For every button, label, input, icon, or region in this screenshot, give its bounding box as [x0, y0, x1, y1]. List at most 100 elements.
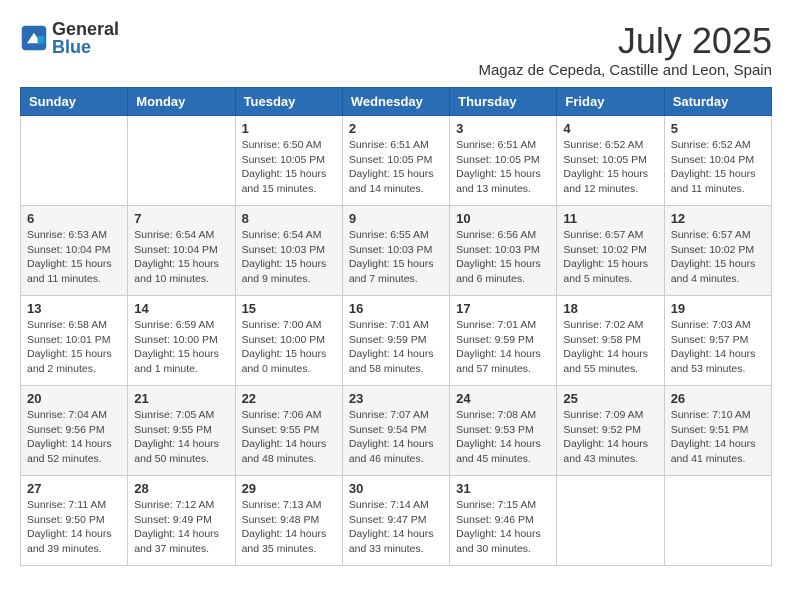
day-info: Sunrise: 6:58 AM Sunset: 10:01 PM Daylig… — [27, 318, 121, 377]
day-number: 9 — [349, 211, 443, 226]
day-header-sunday: Sunday — [21, 88, 128, 116]
calendar-cell: 7 Sunrise: 6:54 AM Sunset: 10:04 PM Dayli… — [128, 206, 235, 296]
calendar-cell: 26Sunrise: 7:10 AM Sunset: 9:51 PM Dayli… — [664, 386, 771, 476]
day-number: 27 — [27, 481, 121, 496]
calendar-cell: 4 Sunrise: 6:52 AM Sunset: 10:05 PM Dayli… — [557, 116, 664, 206]
day-number: 30 — [349, 481, 443, 496]
calendar-cell: 18Sunrise: 7:02 AM Sunset: 9:58 PM Dayli… — [557, 296, 664, 386]
calendar-cell: 22Sunrise: 7:06 AM Sunset: 9:55 PM Dayli… — [235, 386, 342, 476]
day-number: 7 — [134, 211, 228, 226]
calendar-cell: 27 Sunrise: 7:11 AM Sunset: 9:50 PM Dayli… — [21, 476, 128, 566]
calendar-cell: 16 Sunrise: 7:01 AM Sunset: 9:59 PM Dayli… — [342, 296, 449, 386]
day-info: Sunrise: 6:54 AM Sunset: 10:03 PM Daylig… — [242, 228, 336, 287]
calendar-week-2: 6 Sunrise: 6:53 AM Sunset: 10:04 PM Dayli… — [21, 206, 772, 296]
calendar-cell: 3Sunrise: 6:51 AM Sunset: 10:05 PM Dayli… — [450, 116, 557, 206]
day-info: Sunrise: 7:00 AM Sunset: 10:00 PM Daylig… — [242, 318, 336, 377]
calendar-cell — [557, 476, 664, 566]
day-info: Sunrise: 6:57 AM Sunset: 10:02 PM Daylig… — [563, 228, 657, 287]
day-info: Sunrise: 7:13 AM Sunset: 9:48 PM Dayligh… — [242, 498, 336, 557]
calendar-cell: 31 Sunrise: 7:15 AM Sunset: 9:46 PM Dayli… — [450, 476, 557, 566]
title-block: July 2025 Magaz de Cepeda, Castille and … — [478, 20, 772, 79]
day-number: 12 — [671, 211, 765, 226]
day-info: Sunrise: 7:05 AM Sunset: 9:55 PM Dayligh… — [134, 408, 228, 467]
calendar-week-4: 20 Sunrise: 7:04 AM Sunset: 9:56 PM Dayli… — [21, 386, 772, 476]
day-header-tuesday: Tuesday — [235, 88, 342, 116]
day-number: 5 — [671, 121, 765, 136]
day-number: 31 — [456, 481, 550, 496]
calendar-cell: 11 Sunrise: 6:57 AM Sunset: 10:02 PM Dayl… — [557, 206, 664, 296]
day-info: Sunrise: 6:56 AM Sunset: 10:03 PM Daylig… — [456, 228, 550, 287]
day-info: Sunrise: 7:11 AM Sunset: 9:50 PM Dayligh… — [27, 498, 121, 557]
header-row: SundayMondayTuesdayWednesdayThursdayFrid… — [21, 88, 772, 116]
day-number: 6 — [27, 211, 121, 226]
day-info: Sunrise: 6:52 AM Sunset: 10:05 PM Daylig… — [563, 138, 657, 197]
day-number: 25 — [563, 391, 657, 406]
calendar-cell: 9Sunrise: 6:55 AM Sunset: 10:03 PM Dayli… — [342, 206, 449, 296]
day-number: 18 — [563, 301, 657, 316]
calendar-cell: 28 Sunrise: 7:12 AM Sunset: 9:49 PM Dayli… — [128, 476, 235, 566]
calendar-week-1: 1 Sunrise: 6:50 AM Sunset: 10:05 PM Dayli… — [21, 116, 772, 206]
calendar-cell: 24 Sunrise: 7:08 AM Sunset: 9:53 PM Dayli… — [450, 386, 557, 476]
logo-text: General Blue — [52, 20, 119, 56]
day-header-monday: Monday — [128, 88, 235, 116]
day-info: Sunrise: 7:06 AM Sunset: 9:55 PM Dayligh… — [242, 408, 336, 467]
calendar-cell: 15 Sunrise: 7:00 AM Sunset: 10:00 PM Dayl… — [235, 296, 342, 386]
day-number: 20 — [27, 391, 121, 406]
calendar-cell: 14Sunrise: 6:59 AM Sunset: 10:00 PM Dayl… — [128, 296, 235, 386]
calendar-cell: 8 Sunrise: 6:54 AM Sunset: 10:03 PM Dayli… — [235, 206, 342, 296]
day-info: Sunrise: 7:08 AM Sunset: 9:53 PM Dayligh… — [456, 408, 550, 467]
calendar-week-5: 27 Sunrise: 7:11 AM Sunset: 9:50 PM Dayli… — [21, 476, 772, 566]
day-number: 23 — [349, 391, 443, 406]
calendar-header: SundayMondayTuesdayWednesdayThursdayFrid… — [21, 88, 772, 116]
calendar-cell: 29Sunrise: 7:13 AM Sunset: 9:48 PM Dayli… — [235, 476, 342, 566]
day-info: Sunrise: 6:51 AM Sunset: 10:05 PM Daylig… — [456, 138, 550, 197]
day-header-friday: Friday — [557, 88, 664, 116]
page-header: General Blue July 2025 Magaz de Cepeda, … — [20, 20, 772, 79]
day-info: Sunrise: 6:50 AM Sunset: 10:05 PM Daylig… — [242, 138, 336, 197]
calendar-cell: 23 Sunrise: 7:07 AM Sunset: 9:54 PM Dayli… — [342, 386, 449, 476]
day-header-saturday: Saturday — [664, 88, 771, 116]
logo-blue: Blue — [52, 38, 119, 56]
day-number: 21 — [134, 391, 228, 406]
calendar-cell: 12Sunrise: 6:57 AM Sunset: 10:02 PM Dayl… — [664, 206, 771, 296]
day-info: Sunrise: 6:53 AM Sunset: 10:04 PM Daylig… — [27, 228, 121, 287]
calendar-cell: 10 Sunrise: 6:56 AM Sunset: 10:03 PM Dayl… — [450, 206, 557, 296]
day-number: 16 — [349, 301, 443, 316]
day-info: Sunrise: 6:51 AM Sunset: 10:05 PM Daylig… — [349, 138, 443, 197]
calendar-cell — [664, 476, 771, 566]
day-info: Sunrise: 7:01 AM Sunset: 9:59 PM Dayligh… — [349, 318, 443, 377]
calendar-cell: 1 Sunrise: 6:50 AM Sunset: 10:05 PM Dayli… — [235, 116, 342, 206]
calendar-cell: 19 Sunrise: 7:03 AM Sunset: 9:57 PM Dayli… — [664, 296, 771, 386]
day-number: 19 — [671, 301, 765, 316]
day-info: Sunrise: 7:04 AM Sunset: 9:56 PM Dayligh… — [27, 408, 121, 467]
day-number: 14 — [134, 301, 228, 316]
day-number: 13 — [27, 301, 121, 316]
day-info: Sunrise: 7:12 AM Sunset: 9:49 PM Dayligh… — [134, 498, 228, 557]
day-number: 10 — [456, 211, 550, 226]
day-number: 17 — [456, 301, 550, 316]
calendar-body: 1 Sunrise: 6:50 AM Sunset: 10:05 PM Dayli… — [21, 116, 772, 566]
day-info: Sunrise: 6:54 AM Sunset: 10:04 PM Daylig… — [134, 228, 228, 287]
location: Magaz de Cepeda, Castille and Leon, Spai… — [478, 62, 772, 79]
day-number: 4 — [563, 121, 657, 136]
day-number: 28 — [134, 481, 228, 496]
day-info: Sunrise: 7:03 AM Sunset: 9:57 PM Dayligh… — [671, 318, 765, 377]
day-number: 8 — [242, 211, 336, 226]
logo-general: General — [52, 20, 119, 38]
day-info: Sunrise: 7:14 AM Sunset: 9:47 PM Dayligh… — [349, 498, 443, 557]
calendar-cell: 17Sunrise: 7:01 AM Sunset: 9:59 PM Dayli… — [450, 296, 557, 386]
day-number: 1 — [242, 121, 336, 136]
day-number: 11 — [563, 211, 657, 226]
calendar-cell — [21, 116, 128, 206]
calendar-cell: 21 Sunrise: 7:05 AM Sunset: 9:55 PM Dayli… — [128, 386, 235, 476]
day-number: 24 — [456, 391, 550, 406]
calendar-cell: 30 Sunrise: 7:14 AM Sunset: 9:47 PM Dayli… — [342, 476, 449, 566]
logo-icon — [20, 24, 48, 52]
month-title: July 2025 — [478, 20, 772, 62]
day-info: Sunrise: 7:15 AM Sunset: 9:46 PM Dayligh… — [456, 498, 550, 557]
day-number: 26 — [671, 391, 765, 406]
day-info: Sunrise: 7:07 AM Sunset: 9:54 PM Dayligh… — [349, 408, 443, 467]
calendar-cell: 13 Sunrise: 6:58 AM Sunset: 10:01 PM Dayl… — [21, 296, 128, 386]
calendar-cell: 20 Sunrise: 7:04 AM Sunset: 9:56 PM Dayli… — [21, 386, 128, 476]
day-number: 15 — [242, 301, 336, 316]
